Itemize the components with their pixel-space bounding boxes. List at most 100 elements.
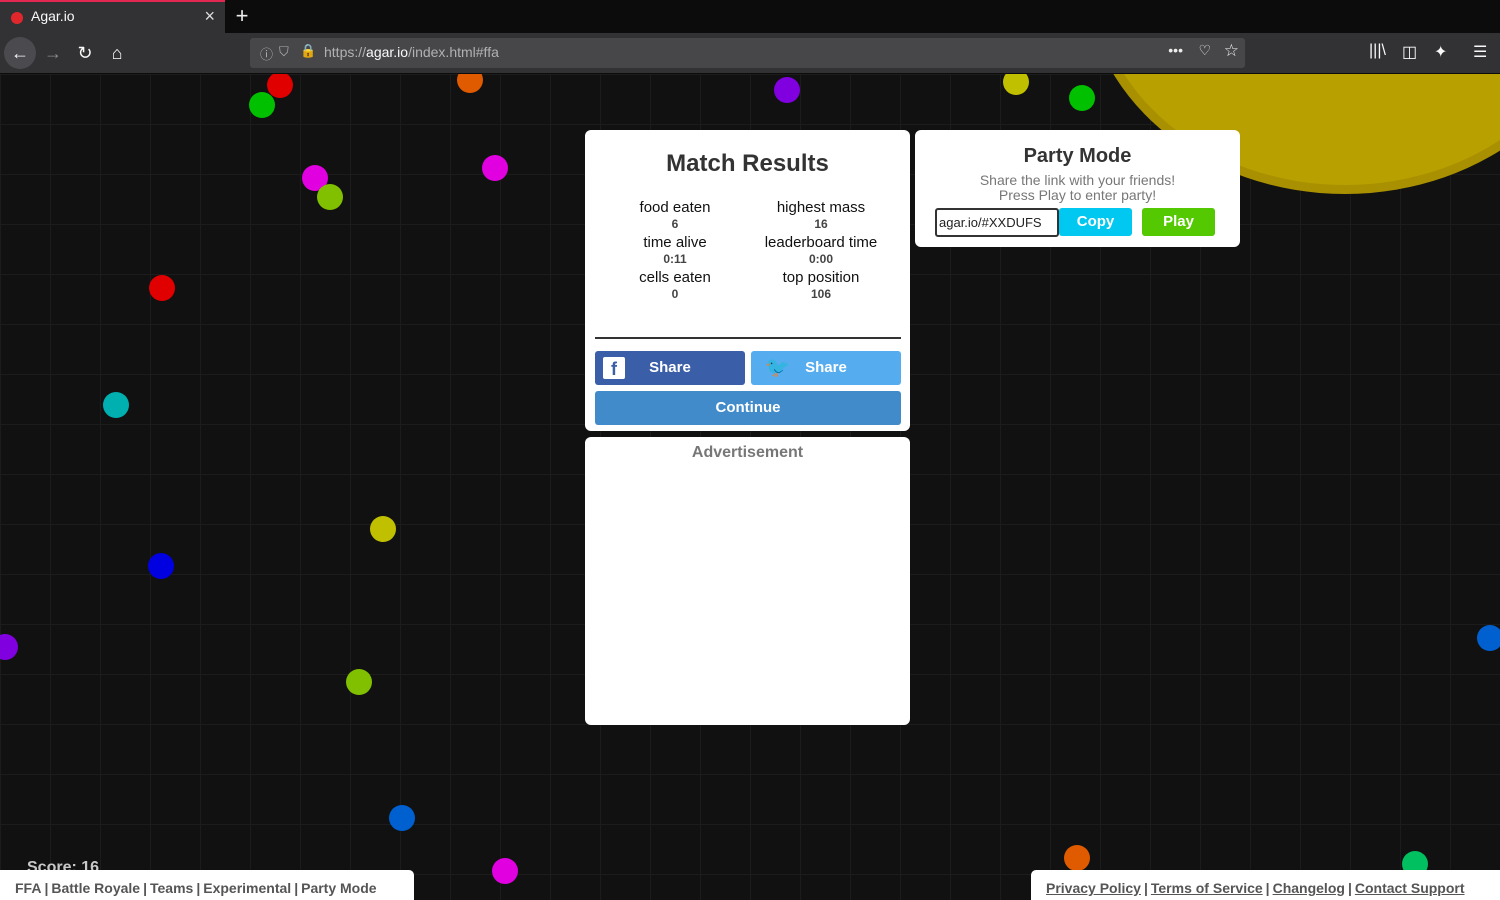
- stat-label: top position: [782, 269, 860, 286]
- url-text[interactable]: https://agar.io/index.html#ffa: [324, 44, 499, 60]
- agario-favicon-icon: [11, 12, 23, 24]
- twitter-share-label: Share: [805, 359, 847, 376]
- library-icon[interactable]: |||\: [1369, 42, 1386, 60]
- mode-experimental[interactable]: Experimental: [203, 880, 291, 896]
- mode-party[interactable]: Party Mode: [301, 880, 376, 896]
- food-pellet: [1069, 85, 1095, 111]
- stat-value: 0: [671, 287, 679, 301]
- facebook-icon: f: [603, 357, 625, 379]
- stat-highest-mass: highest mass 16: [746, 199, 896, 231]
- reload-button[interactable]: ↻: [69, 37, 101, 69]
- stat-value: 0:11: [663, 252, 687, 266]
- food-pellet: [492, 858, 518, 884]
- food-pellet: [0, 634, 18, 660]
- home-button[interactable]: ⌂: [101, 37, 133, 69]
- food-pellet: [249, 92, 275, 118]
- party-mode-panel: Party Mode Share the link with your frie…: [915, 130, 1240, 247]
- info-icon[interactable]: ⓘ: [260, 44, 273, 63]
- food-pellet: [1064, 845, 1090, 871]
- mode-battle-royale[interactable]: Battle Royale: [51, 880, 140, 896]
- stat-top-position: top position 106: [746, 269, 896, 301]
- mode-ffa[interactable]: FFA: [15, 880, 41, 896]
- close-tab-icon[interactable]: ×: [204, 6, 215, 27]
- food-pellet: [148, 553, 174, 579]
- url-domain: agar.io: [366, 44, 409, 60]
- pocket-icon[interactable]: ♡: [1198, 42, 1211, 59]
- changelog-link[interactable]: Changelog: [1273, 880, 1345, 896]
- url-bar[interactable]: ⓘ ⛉ 🔒 https://agar.io/index.html#ffa •••…: [250, 38, 1245, 68]
- match-results-panel: Match Results food eaten 6 highest mass …: [585, 130, 910, 431]
- separator: |: [44, 880, 49, 896]
- separator: |: [1143, 880, 1148, 896]
- twitter-share-button[interactable]: 🐦 Share: [751, 351, 901, 385]
- back-button[interactable]: ←: [4, 37, 36, 69]
- party-desc-line2: Press Play to enter party!: [998, 187, 1157, 203]
- advertisement-title: Advertisement: [691, 444, 804, 461]
- lock-icon: 🔒: [300, 43, 317, 58]
- terms-of-service-link[interactable]: Terms of Service: [1151, 880, 1263, 896]
- match-results-title: Match Results: [666, 150, 829, 177]
- copy-button[interactable]: Copy: [1059, 208, 1132, 236]
- stat-label: time alive: [643, 234, 707, 251]
- play-button[interactable]: Play: [1142, 208, 1215, 236]
- food-pellet: [457, 74, 483, 93]
- party-desc-line1: Share the link with your friends!: [979, 172, 1176, 188]
- mode-teams[interactable]: Teams: [150, 880, 193, 896]
- facebook-share-label: Share: [649, 359, 691, 376]
- stat-food-eaten: food eaten 6: [600, 199, 750, 231]
- sidebar-icon[interactable]: ◫: [1402, 42, 1417, 62]
- navigation-bar: ← → ↻ ⌂ ⓘ ⛉ 🔒 https://agar.io/index.html…: [0, 33, 1500, 74]
- food-pellet: [389, 805, 415, 831]
- footer-links: Privacy Policy | Terms of Service | Changelo…: [1031, 870, 1500, 900]
- food-pellet: [149, 275, 175, 301]
- menu-icon[interactable]: ☰: [1473, 42, 1487, 62]
- separator: |: [143, 880, 147, 896]
- stat-value: 106: [810, 287, 832, 301]
- separator: |: [196, 880, 201, 896]
- party-link-input[interactable]: [935, 208, 1059, 237]
- food-pellet: [317, 184, 343, 210]
- url-path: /index.html#ffa: [408, 44, 499, 60]
- food-pellet: [1477, 625, 1500, 651]
- tab-agario[interactable]: Agar.io ×: [0, 0, 225, 33]
- stat-label: leaderboard time: [764, 234, 878, 251]
- twitter-icon: 🐦: [765, 357, 790, 379]
- food-pellet: [103, 392, 129, 418]
- separator: |: [294, 880, 299, 896]
- facebook-share-button[interactable]: f Share: [595, 351, 745, 385]
- stat-value: 6: [671, 217, 679, 231]
- game-mode-bar: FFA | Battle Royale | Teams | Experimental | Par…: [0, 870, 414, 900]
- stat-label: highest mass: [776, 199, 866, 216]
- new-tab-button[interactable]: +: [230, 2, 254, 30]
- page-actions-icon[interactable]: •••: [1168, 42, 1183, 58]
- separator: |: [1265, 880, 1270, 896]
- stat-label: cells eaten: [639, 269, 711, 286]
- stat-leaderboard-time: leaderboard time 0:00: [746, 234, 896, 266]
- url-prefix: https://: [324, 44, 367, 60]
- separator: |: [1347, 880, 1352, 896]
- stat-time-alive: time alive 0:11: [600, 234, 750, 266]
- food-pellet: [774, 77, 800, 103]
- stat-value: 0:00: [808, 252, 834, 266]
- food-pellet: [1003, 74, 1029, 95]
- tab-bar: Agar.io × +: [0, 0, 1500, 33]
- forward-button[interactable]: →: [37, 37, 69, 69]
- divider: [595, 337, 901, 339]
- privacy-policy-link[interactable]: Privacy Policy: [1046, 880, 1141, 896]
- advertisement-panel: Advertisement: [585, 437, 910, 725]
- tab-title: Agar.io: [31, 8, 75, 24]
- stat-cells-eaten: cells eaten 0: [600, 269, 750, 301]
- contact-support-link[interactable]: Contact Support: [1355, 880, 1465, 896]
- stat-value: 16: [814, 217, 828, 231]
- food-pellet: [370, 516, 396, 542]
- food-pellet: [346, 669, 372, 695]
- food-pellet: [267, 74, 293, 98]
- tracking-shield-icon[interactable]: ⛉: [279, 44, 289, 60]
- party-mode-title: Party Mode: [1023, 145, 1132, 167]
- bookmark-star-icon[interactable]: ☆: [1224, 41, 1239, 61]
- food-pellet: [482, 155, 508, 181]
- continue-button[interactable]: Continue: [595, 391, 901, 425]
- extension-icon[interactable]: ✦: [1434, 42, 1447, 62]
- stat-label: food eaten: [639, 199, 711, 216]
- party-mode-description: Share the link with your friends! Press …: [915, 173, 1240, 203]
